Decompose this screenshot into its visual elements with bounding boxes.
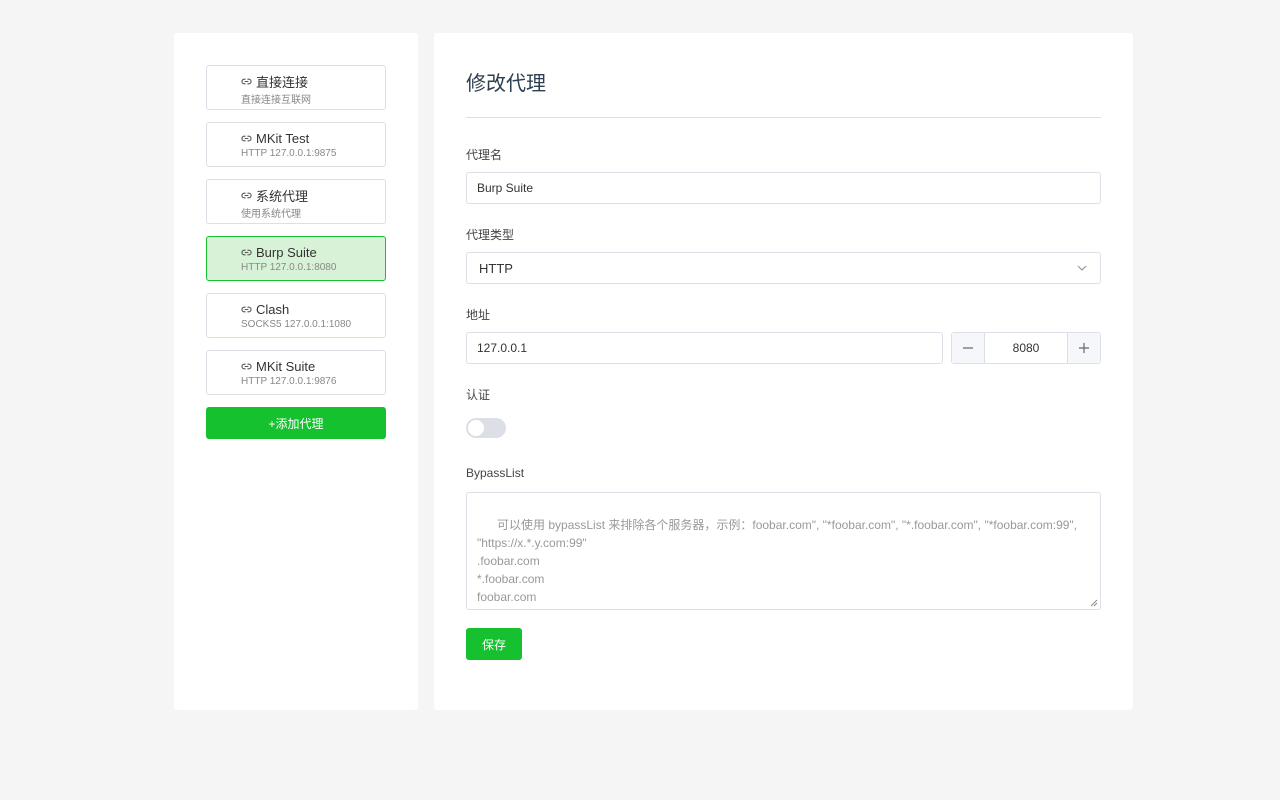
proxy-type-value: HTTP <box>479 260 513 276</box>
proxy-item-desc: SOCKS5 127.0.0.1:1080 <box>241 319 352 330</box>
proxy-item-name: MKit Suite <box>256 358 316 374</box>
page-title: 修改代理 <box>466 73 546 95</box>
bypass-label: BypassList <box>466 466 525 480</box>
proxy-item-name: MKit Test <box>256 130 310 146</box>
link-icon <box>241 306 252 312</box>
proxy-item-desc: HTTP 127.0.0.1:9876 <box>241 376 337 387</box>
link-icon <box>241 249 252 255</box>
link-icon <box>241 135 252 141</box>
proxy-type-label: 代理类型 <box>466 228 515 242</box>
proxy-item-name: Burp Suite <box>256 244 317 260</box>
link-icon <box>241 363 252 369</box>
title-divider <box>466 117 1101 118</box>
proxy-item-desc: 使用系统代理 <box>241 209 301 220</box>
proxy-item-clash[interactable]: Clash SOCKS5 127.0.0.1:1080 <box>206 293 386 338</box>
proxy-item-name: 直接连接 <box>256 74 309 90</box>
proxy-item-desc: HTTP 127.0.0.1:8080 <box>241 262 337 273</box>
link-icon <box>241 192 252 198</box>
proxy-item-system[interactable]: 系统代理 使用系统代理 <box>206 179 386 224</box>
host-input[interactable] <box>466 332 943 364</box>
proxy-item-name: 系统代理 <box>256 188 309 204</box>
minus-icon <box>963 347 973 349</box>
address-label: 地址 <box>466 308 491 322</box>
proxy-type-select[interactable]: HTTP <box>466 252 1101 284</box>
proxy-sidebar: 直接连接 直接连接互联网 MKit Test HTTP 127.0.0.1:98… <box>174 33 418 710</box>
proxy-item-mkit-suite[interactable]: MKit Suite HTTP 127.0.0.1:9876 <box>206 350 386 395</box>
proxy-name-label: 代理名 <box>466 148 503 162</box>
add-proxy-button[interactable]: +添加代理 <box>206 407 386 439</box>
bypass-list-textarea[interactable]: 可以使用 bypassList 来排除各个服务器，示例：foobar.com",… <box>466 492 1101 610</box>
plus-icon <box>1079 343 1089 353</box>
save-button[interactable]: 保存 <box>466 628 522 660</box>
auth-toggle[interactable] <box>466 418 506 438</box>
bypass-placeholder: 可以使用 bypassList 来排除各个服务器，示例：foobar.com",… <box>477 518 1078 609</box>
chevron-down-icon <box>1077 265 1087 271</box>
toggle-knob <box>468 420 484 436</box>
link-icon <box>241 78 252 84</box>
proxy-item-burp-suite[interactable]: Burp Suite HTTP 127.0.0.1:8080 <box>206 236 386 281</box>
port-increment-button[interactable] <box>1067 333 1100 363</box>
proxy-name-input[interactable] <box>466 172 1101 204</box>
port-stepper: 8080 <box>951 332 1101 364</box>
port-input[interactable]: 8080 <box>985 333 1067 363</box>
proxy-item-mkit-test[interactable]: MKit Test HTTP 127.0.0.1:9875 <box>206 122 386 167</box>
proxy-list: 直接连接 直接连接互联网 MKit Test HTTP 127.0.0.1:98… <box>206 65 386 439</box>
edit-proxy-panel: 修改代理 代理名 代理类型 HTTP 地址 8080 认证 BypassList… <box>434 33 1133 710</box>
port-decrement-button[interactable] <box>952 333 985 363</box>
proxy-item-name: Clash <box>256 301 290 317</box>
auth-label: 认证 <box>466 388 491 402</box>
proxy-item-desc: 直接连接互联网 <box>241 95 311 106</box>
proxy-item-direct[interactable]: 直接连接 直接连接互联网 <box>206 65 386 110</box>
resize-grip-icon[interactable] <box>1090 599 1098 607</box>
proxy-item-desc: HTTP 127.0.0.1:9875 <box>241 148 337 159</box>
